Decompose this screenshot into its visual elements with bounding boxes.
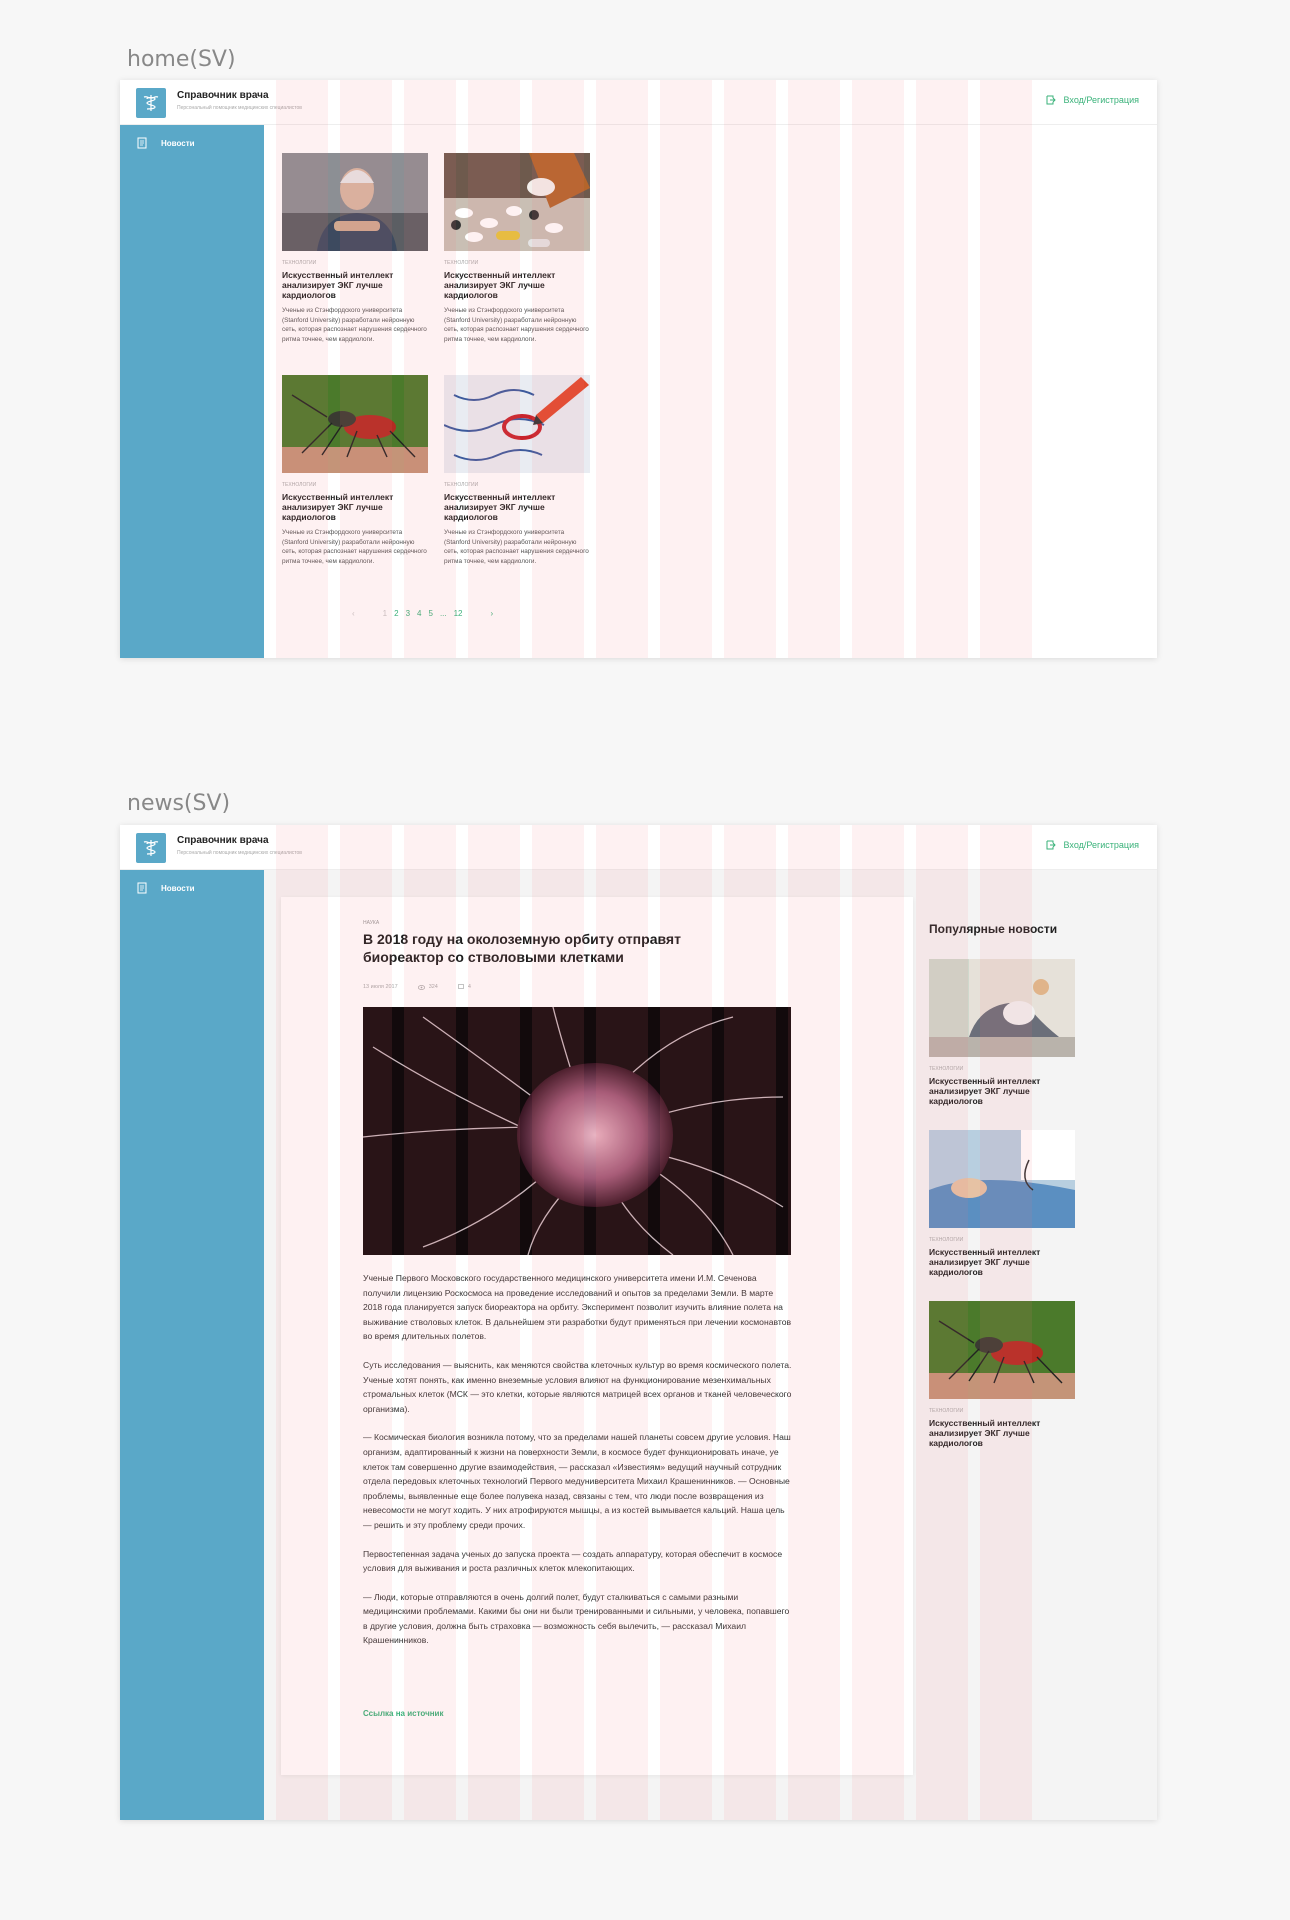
logo[interactable] — [136, 833, 166, 863]
sidebar-item-news[interactable]: Новости — [137, 137, 195, 149]
card-excerpt: Ученые из Стэнфордского университета (St… — [282, 307, 427, 343]
pager-ellipsis: ... — [439, 609, 447, 618]
card-title[interactable]: Искусственный интеллект анализирует ЭКГ … — [444, 270, 590, 300]
frame-label-news: news(SV) — [127, 791, 231, 816]
comment-icon — [458, 984, 464, 989]
popular-title[interactable]: Искусственный интеллект анализирует ЭКГ … — [929, 1418, 1075, 1448]
article-paragraph: Первостепенная задача ученых до запуска … — [363, 1548, 783, 1574]
frame-label-home: home(SV) — [127, 47, 236, 72]
brand-subtitle: Персональный помощник медицинских специа… — [177, 105, 302, 111]
article-paragraph: — Люди, которые отправляются в очень дол… — [363, 1591, 790, 1646]
popular-news-card[interactable]: технологии Искусственный интеллект анали… — [929, 1301, 1075, 1448]
article: наука В 2018 году на околоземную орбиту … — [281, 897, 913, 1775]
card-excerpt: Ученые из Стэнфордского университета (St… — [444, 307, 589, 343]
pager-next[interactable]: › — [491, 609, 494, 618]
article-title: В 2018 году на околоземную орбиту отправ… — [363, 931, 681, 965]
popular-image-mosquito — [929, 1301, 1075, 1399]
card-excerpt: Ученые из Стэнфордского университета (St… — [444, 529, 589, 565]
pager-page[interactable]: 1 — [383, 609, 387, 618]
login-icon — [1046, 840, 1056, 850]
brand-name: Справочник врача — [177, 90, 269, 101]
article-date: 13 июля 2017 — [363, 984, 398, 990]
card-excerpt: Ученые из Стэнфордского университета (St… — [282, 529, 427, 565]
login-link[interactable]: Вход/Регистрация — [1046, 95, 1139, 105]
brand-name: Справочник врача — [177, 835, 269, 846]
card-image-cells-pencil — [444, 375, 590, 473]
article-paragraph: Ученые Первого Московского государственн… — [363, 1273, 792, 1342]
pager-page[interactable]: 2 — [394, 609, 398, 618]
card-image-mosquito — [282, 375, 428, 473]
sidebar: Новости — [120, 870, 264, 1820]
popular-category: технологии — [929, 1066, 964, 1072]
popular-image-patient-exam — [929, 1130, 1075, 1228]
login-icon — [1046, 95, 1056, 105]
comments-counter: 4 — [458, 984, 471, 990]
article-meta: 13 июля 2017 324 4 — [363, 984, 471, 990]
pager-page[interactable]: 4 — [417, 609, 421, 618]
popular-news-card[interactable]: технологии Искусственный интеллект анали… — [929, 1130, 1075, 1277]
popular-image-pregnant-yoga — [929, 959, 1075, 1057]
pagination: ‹ 1 2 3 4 5 ... 12 › — [352, 609, 493, 618]
article-paragraph: Суть исследования — выяснить, как меняют… — [363, 1359, 792, 1414]
news-frame: Справочник врача Персональный помощник м… — [120, 825, 1157, 1820]
login-link[interactable]: Вход/Регистрация — [1046, 840, 1139, 850]
login-label: Вход/Регистрация — [1063, 840, 1139, 850]
header: Справочник врача Персональный помощник м… — [120, 825, 1157, 870]
views-count: 324 — [428, 984, 438, 990]
card-title[interactable]: Искусственный интеллект анализирует ЭКГ … — [444, 492, 590, 522]
news-card[interactable]: технологии Искусственный интеллект анали… — [444, 153, 590, 344]
brand-subtitle: Персональный помощник медицинских специа… — [177, 850, 302, 856]
popular-title[interactable]: Искусственный интеллект анализирует ЭКГ … — [929, 1247, 1075, 1277]
logo[interactable] — [136, 88, 166, 118]
header: Справочник врача Персональный помощник м… — [120, 80, 1157, 125]
pager-prev[interactable]: ‹ — [352, 609, 355, 618]
source-link[interactable]: Ссылка на источник — [363, 1709, 443, 1718]
document-icon — [137, 882, 147, 894]
card-image-pills — [444, 153, 590, 251]
popular-category: технологии — [929, 1237, 964, 1243]
article-category: наука — [363, 920, 380, 926]
article-body: Ученые Первого Московского государственн… — [363, 1271, 793, 1662]
login-label: Вход/Регистрация — [1063, 95, 1139, 105]
caduceus-icon — [143, 840, 159, 856]
card-title[interactable]: Искусственный интеллект анализирует ЭКГ … — [282, 270, 428, 300]
news-card[interactable]: технологии Искусственный интеллект анали… — [444, 375, 590, 566]
news-card[interactable]: технологии Искусственный интеллект анали… — [282, 153, 428, 344]
article-hero-image — [363, 1007, 791, 1255]
views-counter: 324 — [417, 984, 438, 990]
popular-news-title: Популярные новости — [929, 922, 1058, 936]
pager-page[interactable]: 5 — [428, 609, 432, 618]
card-category: технологии — [282, 482, 317, 488]
card-category: технологии — [282, 260, 317, 266]
eye-icon — [417, 984, 425, 990]
sidebar-item-label: Новости — [161, 138, 195, 148]
popular-news-card[interactable]: технологии Искусственный интеллект анали… — [929, 959, 1075, 1106]
document-icon — [137, 137, 147, 149]
pager-page[interactable]: 12 — [454, 609, 463, 618]
article-paragraph: — Космическая биология возникла потому, … — [363, 1432, 791, 1530]
sidebar-item-news[interactable]: Новости — [137, 882, 195, 894]
card-category: технологии — [444, 482, 479, 488]
popular-title[interactable]: Искусственный интеллект анализирует ЭКГ … — [929, 1076, 1075, 1106]
card-title[interactable]: Искусственный интеллект анализирует ЭКГ … — [282, 492, 428, 522]
news-card[interactable]: технологии Искусственный интеллект анали… — [282, 375, 428, 566]
pager-page[interactable]: 3 — [406, 609, 410, 618]
caduceus-icon — [143, 95, 159, 111]
sidebar-item-label: Новости — [161, 883, 195, 893]
card-image-elderly-man — [282, 153, 428, 251]
home-frame: Справочник врача Персональный помощник м… — [120, 80, 1157, 658]
card-category: технологии — [444, 260, 479, 266]
sidebar: Новости — [120, 125, 264, 658]
popular-category: технологии — [929, 1408, 964, 1414]
comments-count: 4 — [467, 984, 471, 990]
